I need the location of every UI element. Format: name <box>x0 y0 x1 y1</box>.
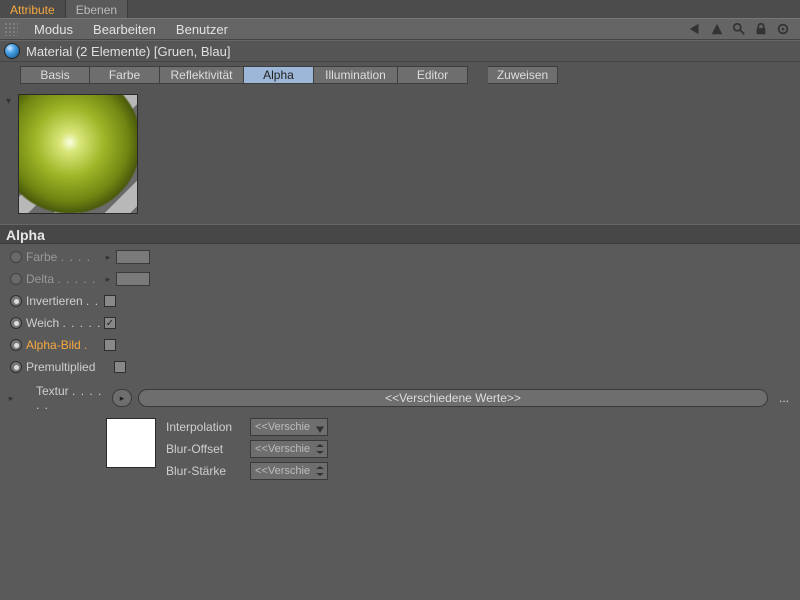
prop-interpolation: Interpolation <<Verschie <box>166 418 328 436</box>
label-premultiplied: Premultiplied <box>26 360 110 374</box>
alpha-properties: Farbe . . . . ▸ Delta . . . . . ▸ Invert… <box>0 244 800 382</box>
prop-delta: Delta . . . . . ▸ <box>10 270 794 288</box>
label-blur-staerke: Blur-Stärke <box>166 464 246 478</box>
label-farbe: Farbe . . . . <box>26 250 100 264</box>
material-title: Material (2 Elemente) [Gruen, Blau] <box>26 44 230 59</box>
delta-swatch[interactable] <box>116 272 150 286</box>
combo-interpolation[interactable]: <<Verschie <box>250 418 328 436</box>
prop-alpha-bild: Alpha-Bild . <box>10 336 794 354</box>
arrow-icon[interactable]: ▸ <box>104 274 112 285</box>
tab-illumination[interactable]: Illumination <box>314 66 398 84</box>
preview-area: ▾ <box>0 88 800 224</box>
material-sphere-icon <box>4 43 20 59</box>
radio-delta[interactable] <box>10 273 22 285</box>
settings-icon[interactable] <box>776 22 790 36</box>
input-blur-offset[interactable]: <<Verschie <box>250 440 328 458</box>
radio-farbe[interactable] <box>10 251 22 263</box>
tab-basis[interactable]: Basis <box>20 66 90 84</box>
prop-invertieren: Invertieren . . <box>10 292 794 310</box>
material-preview[interactable] <box>18 94 138 214</box>
material-header: Material (2 Elemente) [Gruen, Blau] <box>0 40 800 62</box>
label-alpha-bild: Alpha-Bild . <box>26 338 100 352</box>
textur-menu-button[interactable]: ▸ <box>112 389 132 407</box>
prop-farbe: Farbe . . . . ▸ <box>10 248 794 266</box>
textur-thumbnail[interactable] <box>106 418 156 468</box>
checkbox-alpha-bild[interactable] <box>104 339 116 351</box>
disclosure-textur-icon[interactable]: ▸ <box>6 393 16 404</box>
menu-bearbeiten[interactable]: Bearbeiten <box>83 22 166 37</box>
textur-row: ▸ Textur . . . . . . ▸ <<Verschiedene We… <box>0 382 800 418</box>
radio-invertieren[interactable] <box>10 295 22 307</box>
prop-premultiplied: Premultiplied <box>10 358 794 376</box>
prop-blur-staerke: Blur-Stärke <<Verschie <box>166 462 328 480</box>
farbe-swatch[interactable] <box>116 250 150 264</box>
textur-subblock: Interpolation <<Verschie Blur-Offset <<V… <box>0 418 800 486</box>
tab-zuweisen[interactable]: Zuweisen <box>488 66 558 84</box>
tab-ebenen[interactable]: Ebenen <box>66 0 128 18</box>
window-tabs: Attribute Ebenen <box>0 0 800 18</box>
section-title-alpha: Alpha <box>0 224 800 244</box>
label-textur: Textur . . . . . . <box>22 384 106 412</box>
menubar-right <box>688 22 796 36</box>
menubar: Modus Bearbeiten Benutzer <box>0 18 800 40</box>
prop-blur-offset: Blur-Offset <<Verschie <box>166 440 328 458</box>
textur-field[interactable]: <<Verschiedene Werte>> <box>138 389 768 407</box>
checkbox-premultiplied[interactable] <box>114 361 126 373</box>
grip-icon[interactable] <box>4 22 18 36</box>
tab-alpha[interactable]: Alpha <box>244 66 314 84</box>
arrow-icon[interactable]: ▸ <box>104 252 112 263</box>
input-blur-staerke[interactable]: <<Verschie <box>250 462 328 480</box>
radio-alpha-bild[interactable] <box>10 339 22 351</box>
radio-premultiplied[interactable] <box>10 361 22 373</box>
textur-subprops: Interpolation <<Verschie Blur-Offset <<V… <box>166 418 328 480</box>
label-invertieren: Invertieren . . <box>26 294 100 308</box>
label-blur-offset: Blur-Offset <box>166 442 246 456</box>
lock-icon[interactable] <box>754 22 768 36</box>
prop-weich: Weich . . . . . . ✓ <box>10 314 794 332</box>
tab-farbe[interactable]: Farbe <box>90 66 160 84</box>
label-weich: Weich . . . . . . <box>26 316 100 330</box>
label-interpolation: Interpolation <box>166 420 246 434</box>
menu-benutzer[interactable]: Benutzer <box>166 22 238 37</box>
search-icon[interactable] <box>732 22 746 36</box>
disclosure-icon[interactable]: ▾ <box>6 94 16 214</box>
tab-attribute[interactable]: Attribute <box>0 0 66 18</box>
radio-weich[interactable] <box>10 317 22 329</box>
tab-editor[interactable]: Editor <box>398 66 468 84</box>
label-delta: Delta . . . . . <box>26 272 100 286</box>
menu-modus[interactable]: Modus <box>24 22 83 37</box>
textur-browse-button[interactable]: ... <box>774 391 794 405</box>
checkbox-weich[interactable]: ✓ <box>104 317 116 329</box>
nav-back-icon[interactable] <box>688 22 702 36</box>
tab-reflektivitaet[interactable]: Reflektivität <box>160 66 244 84</box>
nav-up-icon[interactable] <box>710 22 724 36</box>
checkbox-invertieren[interactable] <box>104 295 116 307</box>
channel-tabs: Basis Farbe Reflektivität Alpha Illumina… <box>0 62 800 88</box>
